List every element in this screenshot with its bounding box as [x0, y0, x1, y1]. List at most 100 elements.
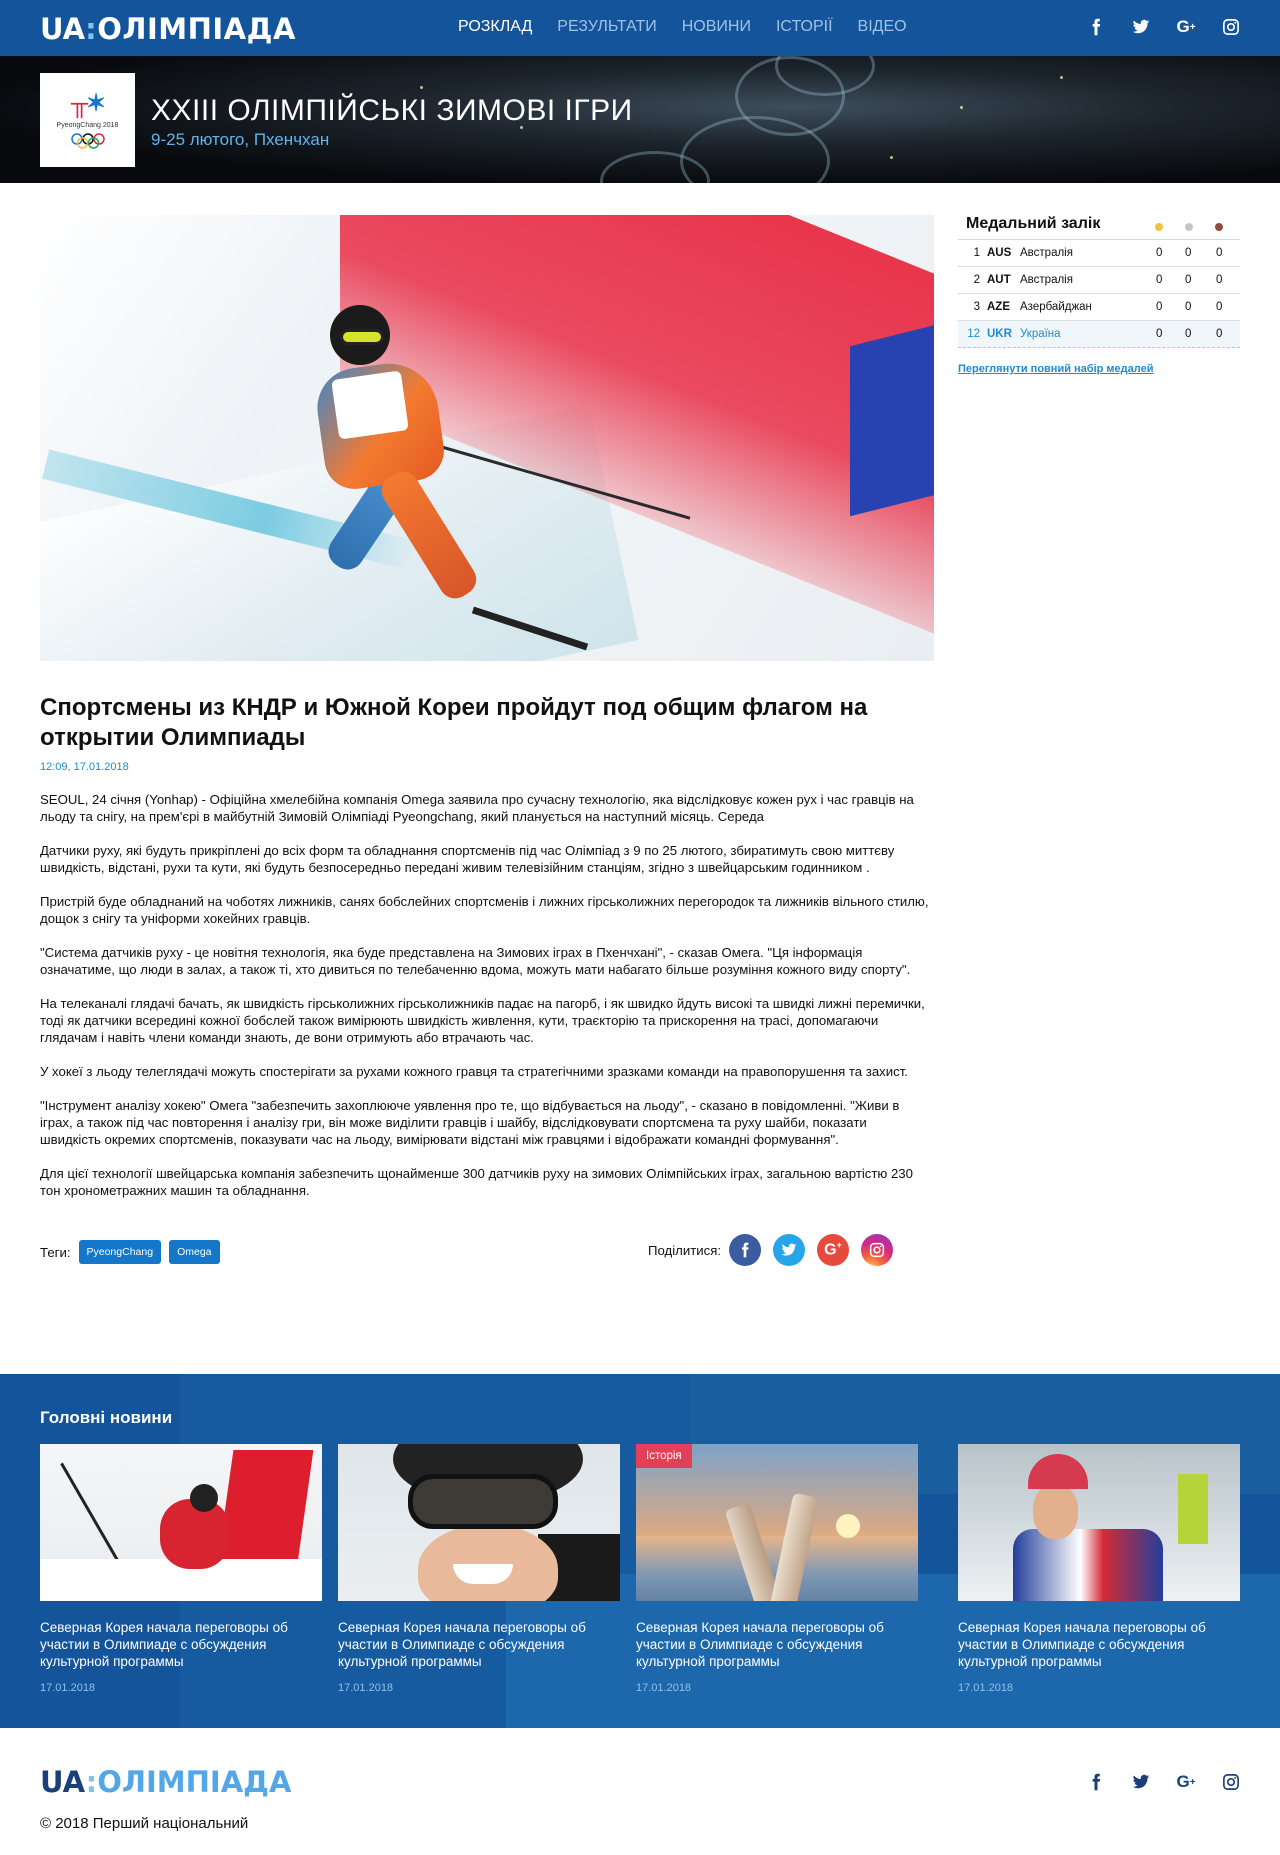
news-card-title[interactable]: Северная Корея начала переговоры об учас…	[958, 1619, 1240, 1670]
tags-label: Теги:	[40, 1244, 71, 1260]
facebook-icon[interactable]	[1087, 16, 1105, 38]
tag-pyeongchang[interactable]: PyeongChang	[78, 1240, 162, 1264]
google-plus-icon[interactable]: G +	[1176, 16, 1195, 38]
tag-omega[interactable]: Omega	[169, 1240, 220, 1264]
article-paragraph: Для цієї технології швейцарська компанія…	[40, 1166, 913, 1198]
article-date: 12:09, 17.01.2018	[40, 761, 129, 773]
skier-leg	[375, 465, 483, 605]
silver-count: 0	[1185, 301, 1192, 313]
news-card-title[interactable]: Северная Корея начала переговоры об учас…	[636, 1619, 918, 1670]
nav-item-stories[interactable]: ІСТОРІЇ	[776, 18, 833, 36]
news-card-image	[958, 1444, 1240, 1601]
silver-count: 0	[1185, 274, 1192, 286]
news-card[interactable]: Северная Корея начала переговоры об учас…	[338, 1444, 620, 1694]
news-card-date: 17.01.2018	[338, 1682, 394, 1694]
gold-count: 0	[1156, 328, 1163, 340]
pyeongchang-mark-icon: ╥✶	[70, 89, 106, 117]
news-card-date: 17.01.2018	[958, 1682, 1014, 1694]
logo-ua: UA	[40, 12, 86, 46]
medal-rank: 12	[967, 328, 980, 340]
news-card-date: 17.01.2018	[636, 1682, 692, 1694]
site-logo[interactable]: UA:ОЛІМПІАДА	[40, 12, 296, 46]
share-instagram-button[interactable]	[861, 1234, 894, 1266]
top-navigation-bar: UA:ОЛІМПІАДА РОЗКЛАД РЕЗУЛЬТАТИ НОВИНИ І…	[0, 0, 1280, 56]
footer-logo[interactable]: UA:ОЛІМПІАДА	[40, 1765, 291, 1799]
header-social-links: G +	[1087, 16, 1240, 38]
country-name: Україна	[1020, 328, 1061, 340]
article-paragraph: Датчики руху, які будуть прикріплені до …	[40, 843, 895, 875]
main-content: Спортсмены из КНДР и Южной Кореи пройдут…	[0, 183, 1280, 1374]
skier-goggles	[340, 329, 384, 345]
nav-item-video[interactable]: ВІДЕО	[858, 18, 907, 36]
nav-item-results[interactable]: РЕЗУЛЬТАТИ	[557, 18, 656, 36]
news-card-date: 17.01.2018	[40, 1682, 96, 1694]
news-card-title[interactable]: Северная Корея начала переговоры об учас…	[338, 1619, 620, 1670]
image-skier-helmet	[190, 1484, 218, 1512]
copyright: © 2018 Перший національний	[40, 1815, 249, 1832]
top-news-section: Головні новини Северная Корея начала пер…	[0, 1374, 1280, 1728]
facebook-icon[interactable]	[1087, 1771, 1105, 1793]
medal-row: 1 AUS Австралія 0 0 0	[958, 240, 1240, 267]
country-code: UKR	[987, 328, 1012, 340]
news-card-title[interactable]: Северная Корея начала переговоры об учас…	[40, 1619, 322, 1670]
image-blue-flag	[850, 323, 934, 517]
bronze-count: 0	[1216, 247, 1223, 259]
gold-medal-icon	[1155, 223, 1163, 231]
medal-row: 2 AUT Австралія 0 0 0	[958, 267, 1240, 294]
bronze-medal-icon	[1215, 223, 1223, 231]
twitter-icon[interactable]	[1132, 16, 1150, 38]
story-badge[interactable]: Історія	[636, 1444, 692, 1468]
bronze-count: 0	[1216, 274, 1223, 286]
site-footer: UA:ОЛІМПІАДА © 2018 Перший національний …	[0, 1728, 1280, 1855]
image-background-figure	[1178, 1474, 1208, 1544]
medal-standings: Медальний залік 1 AUS Австралія 0 0 0 2 …	[958, 210, 1240, 377]
article-paragraph: "Система датчиків руху - це новітня техн…	[40, 945, 911, 977]
gold-count: 0	[1156, 301, 1163, 313]
news-card-image	[40, 1444, 322, 1601]
medal-rank: 1	[973, 247, 980, 259]
country-code: AUT	[987, 274, 1011, 286]
footer-social-links: G +	[1087, 1771, 1240, 1793]
article-body: SEOUL, 24 січня (Yonhap) - Офіційна хмел…	[40, 791, 930, 1216]
article-paragraph: "Інструмент аналізу хокею" Омега "забезп…	[40, 1098, 900, 1147]
image-skier	[290, 295, 691, 655]
image-face	[418, 1524, 558, 1601]
news-card[interactable]: Северная Корея начала переговоры об учас…	[958, 1444, 1240, 1694]
logo-colon: :	[85, 12, 98, 46]
google-plus-icon[interactable]: G +	[1176, 1771, 1195, 1793]
share-facebook-button[interactable]	[729, 1234, 762, 1266]
country-code: AZE	[987, 301, 1010, 313]
article-title: Спортсмены из КНДР и Южной Кореи пройдут…	[40, 694, 868, 751]
gold-count: 0	[1156, 247, 1163, 259]
logo-name: ОЛІМПІАДА	[97, 1765, 292, 1799]
logo-name: ОЛІМПІАДА	[97, 12, 296, 46]
twitter-icon[interactable]	[1132, 1771, 1150, 1793]
nav-item-schedule[interactable]: РОЗКЛАД	[458, 18, 532, 36]
news-card-image: Історія	[636, 1444, 918, 1601]
logo-colon: :	[85, 1765, 98, 1799]
share-twitter-button[interactable]	[773, 1234, 806, 1266]
country-name: Австралія	[1020, 247, 1073, 259]
emblem-caption: PyeongChang 2018	[56, 121, 119, 129]
full-medal-table-link[interactable]: Переглянути повний набір медалей	[958, 363, 1154, 375]
hero-decor-light	[420, 86, 423, 89]
share-google-plus-button[interactable]: G+	[817, 1234, 850, 1266]
article-hero-image	[40, 215, 934, 661]
silver-count: 0	[1185, 247, 1192, 259]
hero-decor-light	[960, 106, 963, 109]
medal-row: 3 AZE Азербайджан 0 0 0	[958, 294, 1240, 321]
instagram-icon[interactable]	[1222, 16, 1240, 38]
main-nav: РОЗКЛАД РЕЗУЛЬТАТИ НОВИНИ ІСТОРІЇ ВІДЕО	[458, 18, 907, 36]
hero-decor-light	[1060, 76, 1063, 79]
news-card[interactable]: Історія Северная Корея начала переговоры…	[636, 1444, 918, 1694]
bronze-count: 0	[1216, 328, 1223, 340]
nav-item-news[interactable]: НОВИНИ	[682, 18, 751, 36]
instagram-icon[interactable]	[1222, 1771, 1240, 1793]
news-card[interactable]: Северная Корея начала переговоры об учас…	[40, 1444, 322, 1694]
twitter-icon	[781, 1243, 797, 1256]
facebook-icon	[742, 1242, 749, 1258]
country-code: AUS	[987, 247, 1012, 259]
event-title: XXIII ОЛІМПІЙСЬКІ ЗИМОВІ ІГРИ	[151, 94, 633, 127]
top-news-title: Головні новини	[40, 1408, 173, 1427]
share-block: Поділитися: G+	[648, 1234, 894, 1266]
